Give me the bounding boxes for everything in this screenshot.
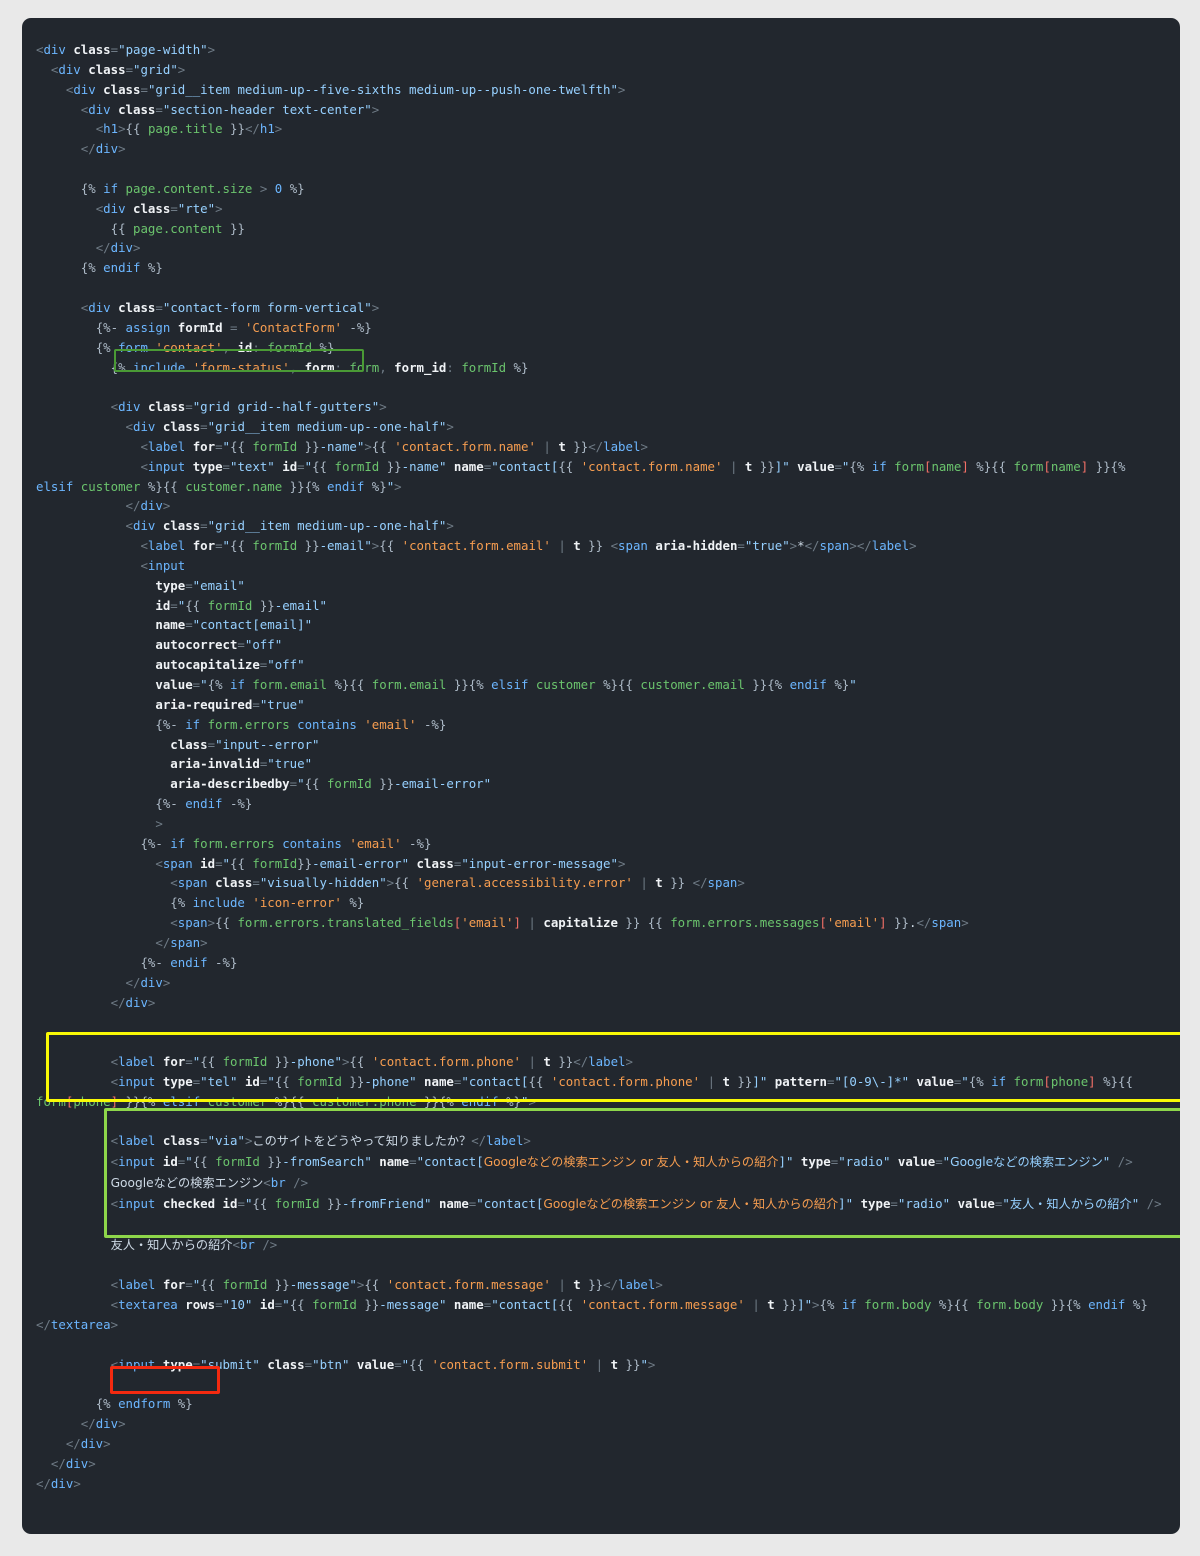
code-line: {%- assign formId = 'ContactForm' -%} (95, 319, 372, 335)
code-line: <div class="grid__item medium-up--one-ha… (125, 518, 454, 534)
code-line: <input id="{{ formId }}-fromSearch" name… (110, 1154, 1133, 1170)
code-line: {% include 'form-status', form: form, fo… (110, 359, 529, 375)
code-line: <label for="{{ formId }}-name">{{ 'conta… (140, 438, 648, 454)
code-line: <label for="{{ formId }}-message">{{ 'co… (110, 1277, 663, 1293)
code-line: <label for="{{ formId }}-email">{{ 'cont… (140, 538, 917, 554)
code-line: autocapitalize="off" (155, 657, 305, 673)
code-line: {{ page.content }} (110, 220, 245, 236)
code-line: 友人・知人からの紹介<br /> (110, 1236, 278, 1252)
code-line: aria-describedby="{{ formId }}-email-err… (170, 776, 492, 792)
code-line: <label class="via">このサイトをどうやって知りましたか？</l… (110, 1133, 531, 1149)
code-line: aria-required="true" (155, 696, 305, 712)
code-line: {% form 'contact', id: formId %} (95, 339, 335, 355)
code-line: {%- endif -%} (155, 796, 253, 812)
code-line: {%- if form.errors contains 'email' -%} (140, 835, 432, 851)
code-line: <div class="grid__item medium-up--five-s… (65, 81, 626, 97)
code-line: </div> (110, 994, 156, 1010)
code-line: autocorrect="off" (155, 637, 283, 653)
code-line: <textarea rows="10" id="{{ formId }}-mes… (36, 1297, 1148, 1332)
code-line: {% include 'icon-error' %} (170, 895, 365, 911)
code-line: <input type="submit" class="btn" value="… (110, 1356, 656, 1372)
code-line: <div class="contact-form form-vertical"> (80, 299, 380, 315)
code-line: {% endform %} (95, 1396, 193, 1412)
code-line: </div> (80, 1416, 126, 1432)
code-line: <div class="section-header text-center"> (80, 101, 380, 117)
code-line: <div class="grid"> (50, 61, 186, 77)
code-line: </div> (80, 141, 126, 157)
code-line: {%- endif -%} (140, 954, 238, 970)
code-line: <span>{{ form.errors.translated_fields['… (170, 915, 969, 931)
code-line: id="{{ formId }}-email" (155, 597, 327, 613)
code-line: type="email" (155, 577, 245, 593)
code-line: value="{% if form.email %}{{ form.email … (155, 677, 857, 692)
code-line: <span id="{{ formId}}-email-error" class… (155, 855, 626, 871)
code-line: </div> (50, 1455, 96, 1471)
code-line: <input type="tel" id="{{ formId }}-phone… (36, 1073, 1141, 1109)
code-line: {% endif %} (80, 260, 163, 276)
code-line: <input (140, 557, 186, 573)
code-line: <input type="text" id="{{ formId }}-name… (36, 458, 1133, 494)
code-line: <div class="grid grid--half-gutters"> (110, 399, 387, 415)
code-line: </div> (125, 974, 171, 990)
code-line: aria-invalid="true" (170, 756, 313, 772)
code-line: > (155, 815, 163, 831)
code-line: {%- if form.errors contains 'email' -%} (155, 716, 447, 732)
code-line: </div> (36, 1475, 81, 1491)
code-line: <div class="page-width"> (36, 42, 216, 57)
code-line: Googleなどの検索エンジン<br /> (110, 1175, 309, 1191)
code-line: <input checked id="{{ formId }}-fromFrie… (110, 1195, 1162, 1211)
code-line: {% if page.content.size > 0 %} (80, 180, 305, 196)
code-line: <div class="rte"> (95, 200, 223, 216)
code-line: class="input--error" (170, 736, 320, 752)
code-panel: <div class="page-width"> <div class="gri… (22, 18, 1180, 1534)
code-line: </div> (95, 240, 141, 256)
code-block[interactable]: <div class="page-width"> <div class="gri… (22, 40, 1180, 1494)
code-line: name="contact[email]" (155, 617, 313, 633)
code-line: </span> (155, 934, 208, 950)
code-line: </div> (125, 498, 171, 514)
code-line: <div class="grid__item medium-up--one-ha… (125, 419, 454, 435)
code-line: <h1>{{ page.title }}</h1> (95, 121, 283, 137)
code-line: </div> (65, 1436, 111, 1452)
code-line: <label for="{{ formId }}-phone">{{ 'cont… (110, 1054, 633, 1070)
code-line: <span class="visually-hidden">{{ 'genera… (170, 875, 745, 891)
